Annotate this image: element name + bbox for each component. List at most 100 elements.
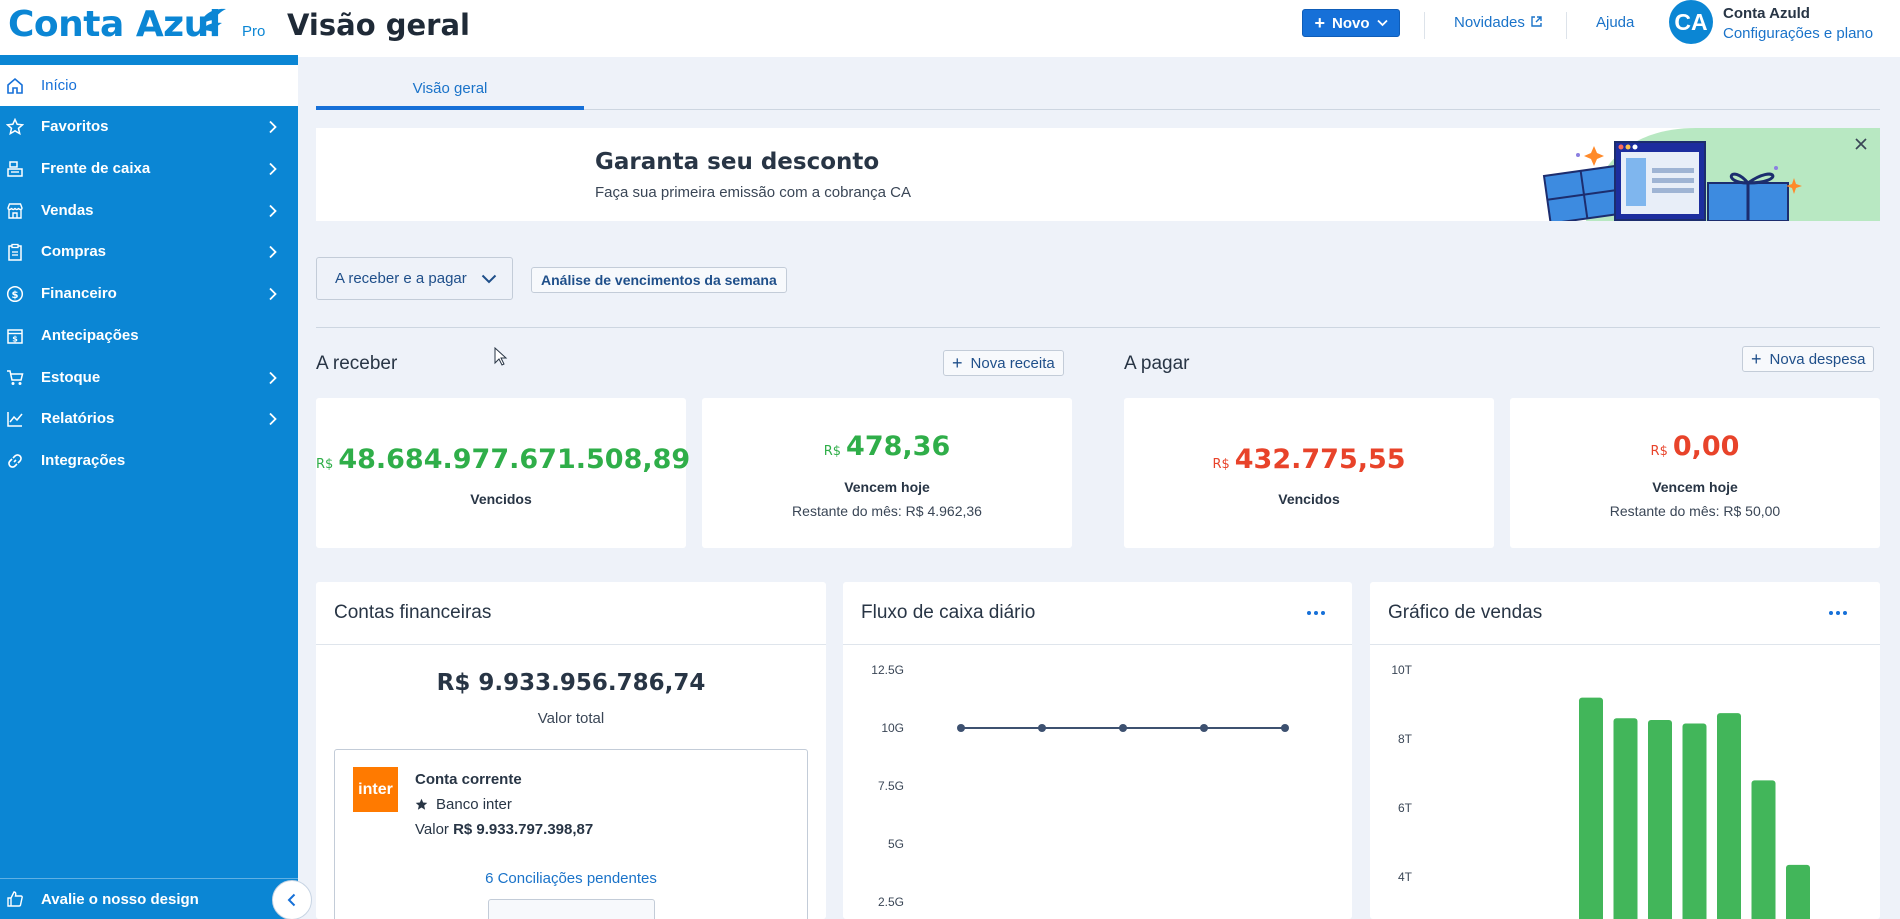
amount-value: 48.684.977.671.508,89: [338, 444, 691, 475]
currency-symbol: R$: [1650, 444, 1668, 459]
new-income-button[interactable]: + Nova receita: [943, 350, 1064, 376]
payable-today-card[interactable]: R$ 0,00 Vencem hoje Restante do mês: R$ 5…: [1510, 398, 1880, 548]
header-divider: [1566, 12, 1567, 39]
reconcile-button[interactable]: [488, 899, 655, 919]
news-link-label: Novidades: [1454, 14, 1525, 31]
banner-illustration: [1542, 128, 1880, 221]
accounts-title: Contas financeiras: [334, 602, 492, 623]
y-tick-label: 7.5G: [878, 779, 904, 793]
period-select[interactable]: A receber e a pagar: [316, 257, 513, 300]
sidebar-item-label: Financeiro: [41, 285, 117, 302]
chevron-right-icon: [269, 120, 277, 133]
currency-symbol: R$: [316, 457, 334, 472]
receivable-today-card[interactable]: R$ 478,36 Vencem hoje Restante do mês: R$…: [702, 398, 1072, 548]
header-divider: [1424, 12, 1425, 39]
banner-subtitle: Faça sua primeira emissão com a cobrança…: [595, 184, 911, 201]
payable-month-remaining: Restante do mês: R$ 50,00: [1609, 503, 1781, 519]
news-link[interactable]: Novidades: [1454, 14, 1542, 31]
sidebar: Início Favoritos Frente de caixa Vendas …: [0, 55, 298, 919]
sales-panel: Gráfico de vendas 10T 8T 6T 4T: [1370, 582, 1880, 919]
sidebar-item-estoque[interactable]: Estoque: [0, 357, 298, 398]
page-title: Visão geral: [287, 8, 470, 42]
thumbs-up-icon: [5, 889, 25, 909]
logo-wing-icon: [200, 8, 226, 32]
y-tick-label: 8T: [1398, 732, 1413, 746]
pending-reconciliations-link[interactable]: 6 Conciliações pendentes: [335, 870, 807, 887]
payable-today-amount: R$ 0,00: [1510, 431, 1880, 462]
new-expense-button[interactable]: + Nova despesa: [1742, 346, 1875, 372]
sidebar-item-compras[interactable]: Compras: [0, 231, 298, 272]
cash-register-icon: [5, 159, 25, 179]
chevron-right-icon: [269, 287, 277, 300]
avatar[interactable]: CA: [1669, 0, 1713, 44]
sidebar-item-label: Vendas: [41, 202, 94, 219]
sales-bar: [1648, 720, 1672, 919]
close-icon[interactable]: [1853, 136, 1869, 152]
panel-header: Fluxo de caixa diário: [843, 582, 1352, 645]
collapse-sidebar-button[interactable]: [272, 880, 312, 919]
section-divider: [316, 327, 1880, 328]
y-tick-label: 12.5G: [871, 663, 904, 677]
sidebar-item-financeiro[interactable]: $ Financeiro: [0, 273, 298, 314]
feedback-link[interactable]: Avalie o nosso design: [0, 878, 298, 919]
sidebar-item-integracoes[interactable]: Integrações: [0, 440, 298, 481]
currency-symbol: R$: [823, 444, 842, 459]
receivable-title: A receber: [316, 353, 398, 374]
cart-icon: [5, 368, 25, 388]
external-link-icon: [1531, 16, 1542, 27]
y-tick-label: 10T: [1391, 663, 1412, 677]
sales-chart-title: Gráfico de vendas: [1388, 602, 1543, 623]
cashflow-data-point: [1119, 724, 1127, 732]
banner-title: Garanta seu desconto: [595, 149, 880, 175]
payable-overdue-amount: R$ 432.775,55: [1124, 444, 1494, 475]
more-options-icon[interactable]: [1827, 605, 1849, 621]
chevron-down-icon: [1376, 19, 1388, 27]
sidebar-item-antecipacoes[interactable]: $ Antecipações: [0, 315, 298, 356]
sidebar-item-inicio[interactable]: Início: [0, 65, 298, 106]
new-button[interactable]: + Novo: [1302, 9, 1400, 37]
amount-value: 432.775,55: [1234, 444, 1406, 475]
svg-text:$: $: [12, 290, 19, 301]
sidebar-item-vendas[interactable]: Vendas: [0, 190, 298, 231]
receivable-month-remaining: Restante do mês: R$ 4.962,36: [792, 503, 982, 519]
settings-and-plan-link[interactable]: Configurações e plano: [1723, 25, 1873, 42]
sales-chart: 10T 8T 6T 4T: [1391, 663, 1810, 919]
feedback-label: Avalie o nosso design: [41, 890, 199, 908]
y-tick-label: 10G: [881, 721, 904, 735]
weekly-analysis-button[interactable]: Análise de vencimentos da semana: [531, 267, 787, 293]
link-icon: [5, 451, 25, 471]
account-value: Valor R$ 9.933.797.398,87: [415, 821, 593, 838]
sidebar-item-frente-de-caixa[interactable]: Frente de caixa: [0, 148, 298, 189]
tab-visao-geral[interactable]: Visão geral: [316, 70, 584, 110]
chevron-down-icon: [481, 274, 496, 283]
sidebar-item-label: Início: [41, 77, 77, 94]
receivable-overdue-card[interactable]: R$ 48.684.977.671.508,89 Vencidos: [316, 398, 690, 548]
sidebar-item-relatorios[interactable]: Relatórios: [0, 398, 298, 439]
plus-icon: +: [952, 353, 963, 373]
sales-bar: [1682, 723, 1707, 919]
receivable-today-amount: R$ 478,36: [702, 431, 1072, 462]
sidebar-item-label: Compras: [41, 243, 107, 260]
more-options-icon[interactable]: [1305, 605, 1327, 621]
bank-name: Banco inter: [436, 796, 512, 813]
sidebar-item-label: Relatórios: [41, 410, 115, 427]
help-link[interactable]: Ajuda: [1596, 14, 1634, 31]
y-tick-label: 6T: [1398, 801, 1413, 815]
chevron-right-icon: [269, 204, 277, 217]
accounts-total-value: R$ 9.933.956.786,74: [436, 670, 706, 696]
account-card[interactable]: inter Conta corrente Banco inter Valor R…: [334, 749, 808, 919]
amount-value: 0,00: [1672, 431, 1740, 462]
chevron-right-icon: [269, 371, 277, 384]
sales-bar: [1786, 864, 1810, 919]
sales-bar: [1751, 780, 1776, 919]
accounts-total-label: Valor total: [537, 710, 605, 727]
top-header: Conta Azul Pro Visão geral + Novo Novida…: [0, 0, 1900, 57]
sidebar-item-favoritos[interactable]: Favoritos: [0, 106, 298, 147]
tab-bar: Visão geral: [316, 70, 1880, 110]
payable-overdue-card[interactable]: R$ 432.775,55 Vencidos: [1124, 398, 1494, 548]
calendar-dollar-icon: $: [5, 326, 25, 346]
receivable-today-label: Vencem hoje: [844, 479, 930, 495]
amount-value: 478,36: [846, 431, 951, 462]
sidebar-item-label: Integrações: [41, 452, 126, 469]
conta-azul-logo[interactable]: Conta Azul: [8, 4, 221, 45]
